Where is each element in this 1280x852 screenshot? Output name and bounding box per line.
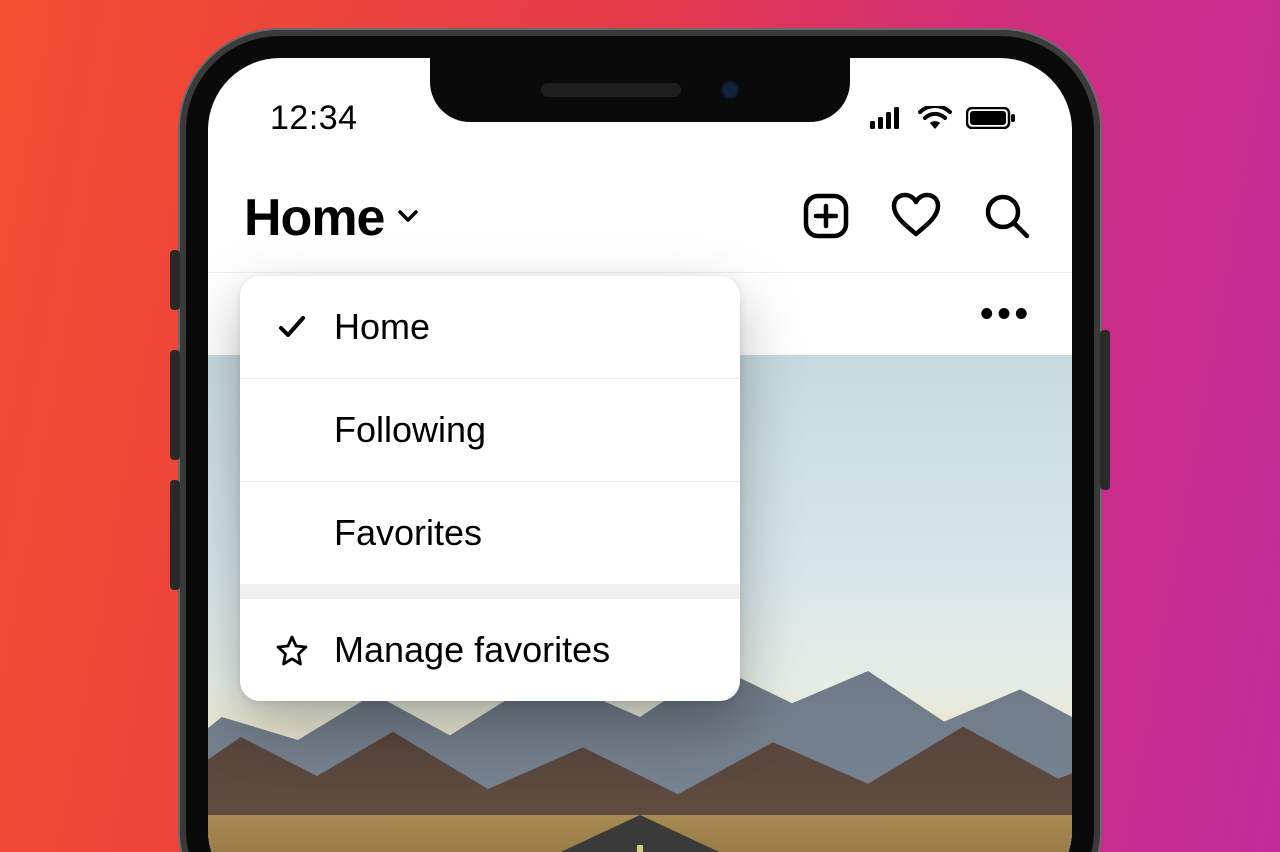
dropdown-item-home[interactable]: Home [240,276,740,379]
phone-front-camera [721,81,739,99]
search-icon [982,191,1032,241]
phone-volume-down [170,480,180,590]
battery-icon [966,107,1016,129]
cellular-icon [870,107,904,129]
feed-selector-label: Home [244,188,384,248]
feed-dropdown: Home Following Favorites Manage favorite… [240,276,740,701]
phone-frame: 12:34 [180,30,1100,852]
app-header: Home [208,188,1072,272]
phone-power-button [1100,330,1110,490]
phone-screen: 12:34 [208,58,1072,852]
status-indicators [870,106,1016,130]
dropdown-item-label: Following [334,409,486,451]
dropdown-item-following[interactable]: Following [240,379,740,482]
heart-icon [890,192,942,240]
dropdown-item-label: Home [334,306,430,348]
search-button[interactable] [982,191,1032,246]
plus-square-icon [802,192,850,240]
chevron-down-icon [396,204,420,233]
image-road [340,815,940,852]
status-time: 12:34 [270,99,358,138]
phone-speaker [541,83,681,97]
star-icon [274,634,310,666]
create-post-button[interactable] [802,192,850,245]
feed-selector[interactable]: Home [244,188,420,248]
phone-mute-switch [170,250,180,310]
activity-button[interactable] [890,192,942,245]
dropdown-item-manage-favorites[interactable]: Manage favorites [240,599,740,701]
dropdown-item-label: Manage favorites [334,629,610,671]
dropdown-item-favorites[interactable]: Favorites [240,482,740,585]
check-icon [274,312,310,342]
phone-volume-up [170,350,180,460]
header-actions [802,191,1032,246]
dropdown-item-label: Favorites [334,512,482,554]
wifi-icon [918,106,952,130]
post-more-button[interactable]: ••• [980,295,1032,333]
dropdown-divider [240,585,740,599]
phone-notch [430,58,850,122]
